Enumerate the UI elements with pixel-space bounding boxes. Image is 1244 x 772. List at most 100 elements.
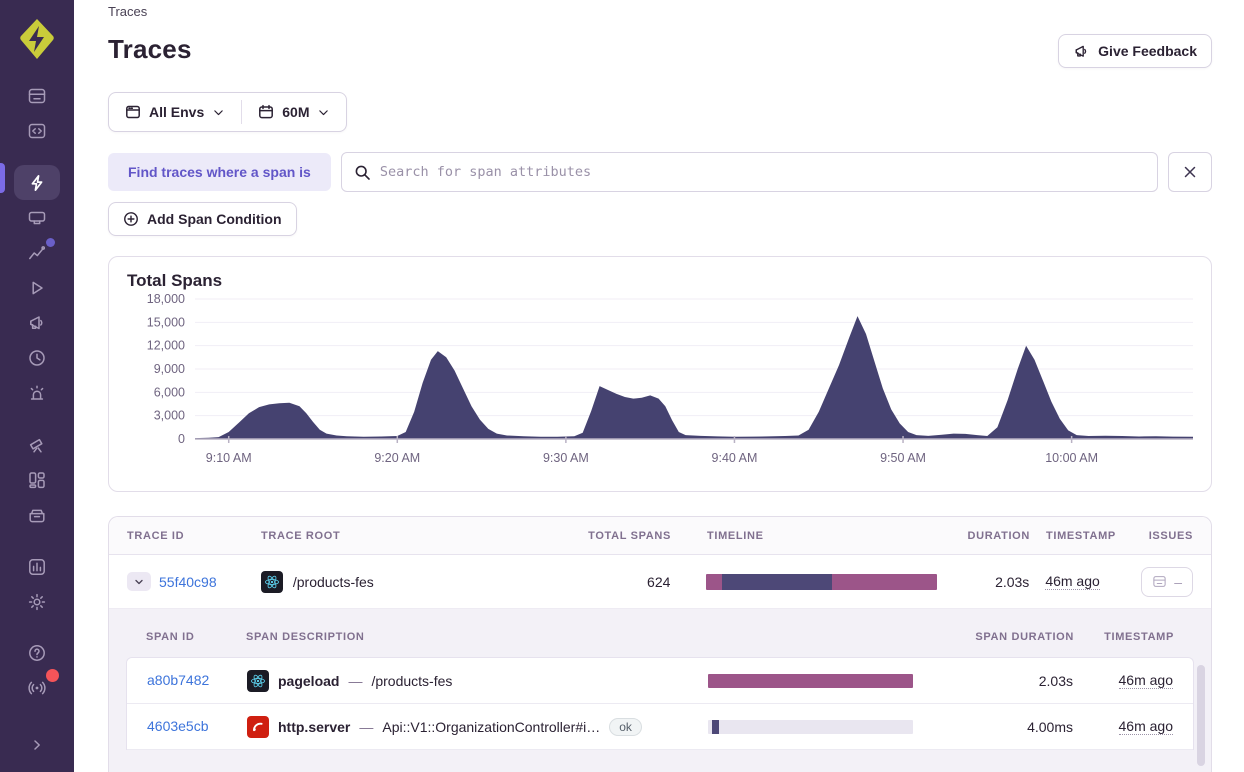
main-content: Traces Traces Give Feedback All Envs 60M xyxy=(74,0,1244,772)
clear-search-button[interactable] xyxy=(1168,152,1212,192)
span-duration: 4.00ms xyxy=(933,719,1073,735)
issues-icon xyxy=(1152,574,1167,589)
gear-icon xyxy=(27,592,47,612)
broadcast-icon xyxy=(27,678,47,698)
add-span-condition-button[interactable]: Add Span Condition xyxy=(108,202,297,236)
environment-filter[interactable]: All Envs xyxy=(109,93,241,131)
col-span-id: Span ID xyxy=(146,631,246,643)
sidebar-item-feedback[interactable] xyxy=(14,305,60,340)
svg-text:10:00 AM: 10:00 AM xyxy=(1045,451,1098,465)
layout-icon xyxy=(27,470,47,490)
telescope-icon xyxy=(27,435,47,455)
give-feedback-button[interactable]: Give Feedback xyxy=(1058,34,1212,68)
svg-text:12,000: 12,000 xyxy=(147,339,185,353)
collapse-trace-button[interactable] xyxy=(127,572,151,591)
insights-notification-dot xyxy=(46,238,55,247)
col-total-spans: Total Spans xyxy=(561,530,671,542)
trace-timeline-bar xyxy=(706,574,937,590)
col-issues: Issues xyxy=(1142,530,1193,542)
sidebar-item-issues[interactable] xyxy=(14,78,60,113)
svg-text:18,000: 18,000 xyxy=(147,293,185,306)
breadcrumb[interactable]: Traces xyxy=(108,4,1212,22)
col-timeline: Timeline xyxy=(671,530,938,542)
sidebar-item-alerts[interactable] xyxy=(14,375,60,410)
sentry-logo[interactable] xyxy=(15,16,59,62)
close-icon xyxy=(1181,163,1199,181)
span-row: a80b7482 pageload — /products-fes 2.03s … xyxy=(127,658,1193,704)
sidebar-item-dashboards[interactable] xyxy=(14,462,60,497)
sidebar-item-projects[interactable] xyxy=(14,200,60,235)
sidebar-item-archive[interactable] xyxy=(14,497,60,532)
sidebar-item-settings[interactable] xyxy=(14,584,60,619)
siren-icon xyxy=(27,383,47,403)
search-box xyxy=(341,152,1158,192)
megaphone-icon xyxy=(27,313,47,333)
archive-icon xyxy=(27,505,47,525)
trace-timestamp[interactable]: 46m ago xyxy=(1045,573,1099,590)
col-duration: Duration xyxy=(938,530,1030,542)
sidebar-item-help[interactable] xyxy=(14,635,60,670)
react-icon xyxy=(261,571,283,593)
span-table-scrollbar[interactable] xyxy=(1197,665,1205,766)
time-range-filter[interactable]: 60M xyxy=(242,93,346,131)
span-table-header: Span ID Span Description Span Duration T… xyxy=(126,617,1194,657)
col-trace-id: Trace ID xyxy=(127,530,261,542)
sidebar-item-broadcasts[interactable] xyxy=(14,670,60,705)
sidebar-item-traces[interactable] xyxy=(14,165,60,200)
search-input[interactable] xyxy=(380,164,1145,180)
svg-text:9:30 AM: 9:30 AM xyxy=(543,451,589,465)
calendar-icon xyxy=(258,104,274,120)
sidebar-item-replays[interactable] xyxy=(14,270,60,305)
sidebar-item-explore[interactable] xyxy=(14,113,60,148)
span-condition-chip: Find traces where a span is xyxy=(108,153,331,191)
stats-icon xyxy=(27,557,47,577)
col-span-description: Span Description xyxy=(246,631,709,643)
lightning-icon xyxy=(27,173,47,193)
ruby-icon xyxy=(247,716,269,738)
help-icon xyxy=(27,643,47,663)
traces-table-header: Trace ID Trace Root Total Spans Timeline… xyxy=(109,517,1211,555)
span-op: http.server xyxy=(278,719,350,735)
span-id-link[interactable]: 4603e5cb xyxy=(147,718,209,734)
total-spans-value: 624 xyxy=(561,574,671,590)
projector-icon xyxy=(27,208,47,228)
sidebar-item-stats[interactable] xyxy=(14,549,60,584)
sidebar-bottom xyxy=(14,635,60,772)
code-folder-icon xyxy=(27,121,47,141)
trace-issues-button[interactable]: – xyxy=(1141,567,1193,597)
trace-row: 55f40c98 /products-fes 624 2.03s 46m ago xyxy=(109,555,1211,609)
svg-text:3,000: 3,000 xyxy=(154,409,185,423)
insights-chart-icon xyxy=(27,243,47,263)
expanded-span-section: Span ID Span Description Span Duration T… xyxy=(109,609,1211,772)
status-badge: ok xyxy=(609,718,642,736)
span-timestamp[interactable]: 46m ago xyxy=(1119,718,1173,735)
span-op: pageload xyxy=(278,673,339,689)
chart-title: Total Spans xyxy=(127,271,1194,291)
svg-text:9:40 AM: 9:40 AM xyxy=(712,451,758,465)
sidebar-collapse-button[interactable] xyxy=(14,727,60,762)
svg-text:9,000: 9,000 xyxy=(154,362,185,376)
span-id-link[interactable]: a80b7482 xyxy=(147,672,209,688)
app-window: Traces Traces Give Feedback All Envs 60M xyxy=(0,0,1244,772)
search-icon xyxy=(354,164,371,181)
svg-text:9:10 AM: 9:10 AM xyxy=(206,451,252,465)
sidebar-item-insights[interactable] xyxy=(14,235,60,270)
svg-text:15,000: 15,000 xyxy=(147,315,185,329)
trace-id-link[interactable]: 55f40c98 xyxy=(159,574,217,590)
svg-text:6,000: 6,000 xyxy=(154,385,185,399)
react-icon xyxy=(247,670,269,692)
span-description: /products-fes xyxy=(371,673,452,689)
sidebar-item-discover[interactable] xyxy=(14,427,60,462)
chevron-down-icon xyxy=(133,576,145,588)
clock-icon xyxy=(27,348,47,368)
sidebar-nav xyxy=(0,78,74,619)
trace-duration: 2.03s xyxy=(937,574,1029,590)
issues-icon xyxy=(27,86,47,106)
span-row: 4603e5cb http.server — Api::V1::Organiza… xyxy=(127,704,1193,750)
col-span-timestamp: Timestamp xyxy=(1074,631,1174,643)
col-timestamp: Timestamp xyxy=(1030,530,1142,542)
sidebar-item-history[interactable] xyxy=(14,340,60,375)
span-duration-bar xyxy=(708,674,913,688)
megaphone-icon xyxy=(1073,43,1090,60)
span-timestamp[interactable]: 46m ago xyxy=(1119,672,1173,689)
